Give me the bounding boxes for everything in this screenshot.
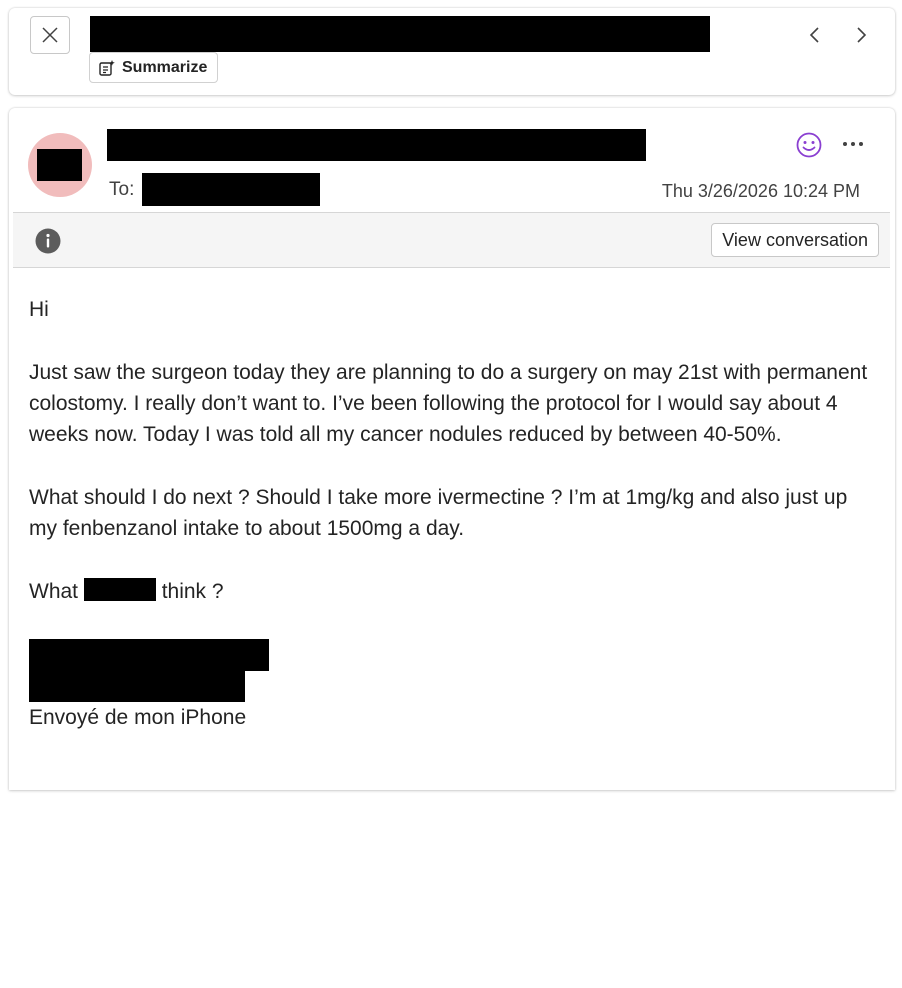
body-question: What think ? — [29, 576, 881, 607]
message-card: To: Thu 3/26/2026 10:24 PM View conversa… — [9, 108, 895, 790]
close-icon — [42, 27, 58, 43]
message-body: Hi Just saw the surgeon today they are p… — [29, 294, 881, 765]
question-start: What — [29, 580, 79, 603]
info-bar: View conversation — [13, 212, 890, 268]
summarize-icon — [99, 59, 115, 76]
reading-pane-header: Summarize — [9, 8, 895, 95]
signature-redaction-2 — [29, 671, 245, 702]
smiley-icon — [796, 132, 822, 158]
body-paragraph-1: Just saw the surgeon today they are plan… — [29, 361, 868, 446]
avatar[interactable] — [28, 133, 92, 197]
greeting: Hi — [29, 298, 49, 321]
avatar-redaction — [37, 149, 82, 181]
signature-redaction-1 — [29, 639, 269, 671]
next-item-button[interactable] — [846, 20, 876, 50]
more-icon — [843, 142, 863, 146]
to-label: To: — [109, 179, 135, 200]
view-conversation-button[interactable]: View conversation — [711, 223, 879, 257]
sent-timestamp: Thu 3/26/2026 10:24 PM — [661, 181, 860, 201]
more-actions-button[interactable] — [838, 129, 868, 159]
body-paragraph-2: What should I do next ? Should I take mo… — [29, 486, 848, 540]
chevron-right-icon — [857, 27, 867, 43]
sender-redaction — [107, 129, 646, 161]
signature-footer: Envoyé de mon iPhone — [29, 706, 247, 729]
recipient-redaction — [142, 173, 320, 206]
summarize-label: Summarize — [122, 58, 208, 76]
close-button[interactable] — [30, 16, 70, 54]
summarize-button[interactable]: Summarize — [89, 52, 219, 83]
info-icon — [35, 228, 61, 254]
chevron-left-icon — [809, 27, 819, 43]
reaction-button[interactable] — [793, 129, 825, 161]
inline-redaction — [83, 578, 156, 601]
question-end: think ? — [161, 580, 224, 603]
previous-item-button[interactable] — [800, 20, 830, 50]
subject-redaction — [90, 16, 710, 52]
